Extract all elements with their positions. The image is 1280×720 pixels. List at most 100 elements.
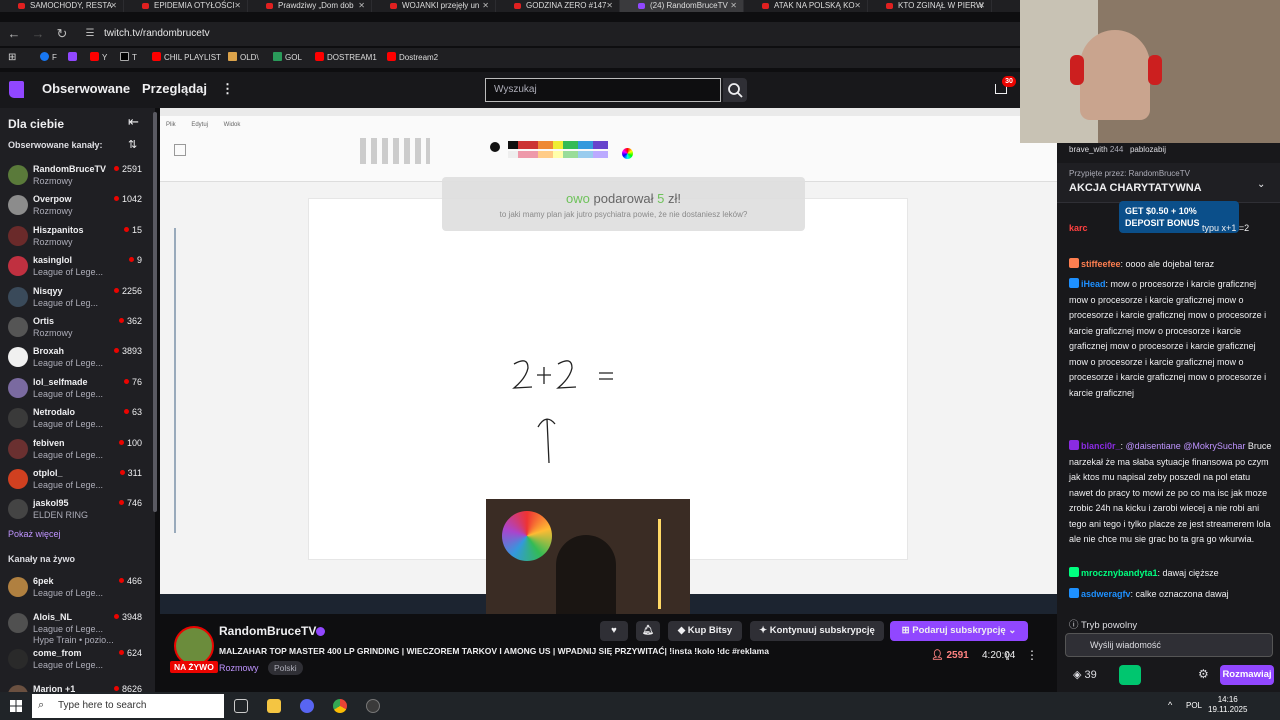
chat-send-button[interactable]: Rozmawiaj <box>1220 665 1274 685</box>
chrome-icon[interactable] <box>333 699 347 713</box>
tab-close-icon[interactable]: ✕ <box>978 0 985 12</box>
nav-following[interactable]: Obserwowane <box>42 81 130 96</box>
sidebar-channel[interactable]: kasinglol League of Lege... 9 <box>0 251 150 281</box>
pinned-message[interactable]: Przypięte przez: RandomBruceTV AKCJA CHA… <box>1057 163 1280 203</box>
channel-game: League of Lege... <box>33 419 104 430</box>
channel-game: League of Leg... <box>33 297 99 308</box>
sidebar-channel[interactable]: febiven League of Lege... 100 <box>0 434 150 464</box>
task-view-icon[interactable] <box>234 699 248 713</box>
chat-username[interactable]: asdweragfv <box>1081 589 1131 599</box>
tab-close-icon[interactable]: ✕ <box>234 0 241 12</box>
site-info-icon[interactable]: ☰ <box>82 22 98 46</box>
verified-icon <box>316 627 325 636</box>
sidebar-channel[interactable]: RandomBruceTV Rozmowy 2591 <box>0 160 150 190</box>
channel-game: League of Lege... <box>33 358 104 369</box>
tab-close-icon[interactable]: ✕ <box>358 0 365 12</box>
sidebar-channel[interactable]: Overpow Rozmowy 1042 <box>0 190 150 220</box>
tab-close-icon[interactable]: ✕ <box>606 0 613 12</box>
bookmark-t[interactable]: T <box>120 48 137 68</box>
browser-tab[interactable]: KTO ZGINĄŁ W PIERW ✕ <box>868 0 992 12</box>
file-explorer-icon[interactable] <box>267 699 281 713</box>
collapse-sidebar-icon[interactable]: ⇤ <box>128 114 139 130</box>
language-tag[interactable]: Polski <box>268 661 303 675</box>
obs-icon[interactable] <box>366 699 380 713</box>
sidebar-channel[interactable]: lol_selfmade League of Lege... 76 <box>0 373 150 403</box>
chat-username[interactable]: mrocznybandyta1 <box>1081 568 1158 578</box>
notifications-bell-button[interactable]: 🔔︎ <box>636 621 660 641</box>
chat-message: iHead: mow o procesorze i karcie graficz… <box>1069 278 1267 398</box>
sidebar-channel[interactable]: Nisqyy League of Leg... 2256 <box>0 282 150 312</box>
tab-close-icon[interactable]: ✕ <box>730 0 737 12</box>
nav-browse[interactable]: Przeglądaj <box>142 81 207 96</box>
chat-username[interactable]: iHead <box>1081 279 1106 289</box>
chat-username[interactable]: stiffeefee <box>1081 259 1121 269</box>
bookmark-y[interactable]: Y <box>90 48 107 68</box>
language-indicator[interactable]: POL <box>1186 701 1202 710</box>
search-input[interactable]: Wyszukaj <box>485 78 721 102</box>
pinned-expand-icon[interactable]: ⌄ <box>1257 179 1265 190</box>
tab-close-icon[interactable]: ✕ <box>110 0 117 12</box>
tab-close-icon[interactable]: ✕ <box>854 0 861 12</box>
show-more-link[interactable]: Pokaż więcej <box>8 529 61 539</box>
sidebar-channel[interactable]: jaskol95 ELDEN RING 746 <box>0 494 150 524</box>
reload-icon[interactable]: ↻ <box>54 22 70 46</box>
sidebar-channel[interactable]: Broxah League of Lege... 3893 <box>0 342 150 372</box>
chat-input[interactable]: Wyślij wiadomość <box>1065 633 1273 657</box>
bookmark-dostream1[interactable]: DOSTREAM1 <box>315 48 377 68</box>
channel-game: League of Lege... <box>33 624 104 634</box>
browser-tab[interactable]: ATAK NA POLSKĄ KO ✕ <box>744 0 868 12</box>
headphone-left <box>1070 55 1084 85</box>
taskbar-clock[interactable]: 14:16 19.11.2025 <box>1208 695 1247 715</box>
channel-viewers: 311 <box>120 468 142 478</box>
back-icon[interactable]: ← <box>6 22 22 46</box>
buy-bits-button[interactable]: ◆ Kup Bitsy <box>668 621 742 641</box>
share-icon[interactable]: ⇪ <box>1003 650 1012 663</box>
bookmark-twitch-icon[interactable] <box>68 48 80 68</box>
browser-tab[interactable]: EPIDEMIA OTYŁOŚCI ✕ <box>124 0 248 12</box>
twitch-logo-icon[interactable] <box>9 81 24 98</box>
more-menu-icon[interactable]: ⋮ <box>221 81 234 97</box>
channel-viewers: 2256 <box>114 286 142 296</box>
browser-tab[interactable]: (24) RandomBruceTV ✕ <box>620 0 744 12</box>
sidebar-channel[interactable]: Netrodalo League of Lege... 63 <box>0 403 150 433</box>
url-field[interactable]: twitch.tv/randombrucetv <box>104 22 210 46</box>
more-options-icon[interactable]: ⋮ <box>1026 648 1038 662</box>
search-button[interactable] <box>723 78 747 102</box>
bookmark-old[interactable]: OLD\ <box>228 48 259 68</box>
browser-tab[interactable]: GODZINA ZERO #147 ✕ <box>496 0 620 12</box>
apps-icon[interactable]: ⊞ <box>8 48 16 68</box>
tab-close-icon[interactable]: ✕ <box>482 0 489 12</box>
windows-start-icon[interactable] <box>10 700 22 712</box>
sidebar-channel[interactable]: Alois_NL League of Lege... 3948 Hype Train … <box>0 608 150 645</box>
taskbar-search-input[interactable]: Type here to search <box>32 694 224 718</box>
chat-username[interactable]: blanci0r_ <box>1081 441 1121 451</box>
bookmark-f[interactable]: F <box>40 48 57 68</box>
channel-avatar <box>8 286 28 307</box>
channel-points[interactable]: ◈ 39 <box>1073 668 1097 681</box>
stream-category[interactable]: Rozmowy <box>219 663 259 673</box>
forward-icon[interactable]: → <box>30 22 46 46</box>
claim-points-icon[interactable] <box>1119 665 1141 685</box>
sort-icon[interactable]: ⇅ <box>128 138 137 151</box>
channel-name[interactable]: RandomBruceTV <box>219 624 316 638</box>
sidebar-channel[interactable]: Marion +1 8626 <box>0 680 150 692</box>
sidebar-channel[interactable]: Hiszpanitos Rozmowy 15 <box>0 221 150 251</box>
chat-settings-icon[interactable]: ⚙ <box>1198 667 1209 681</box>
sidebar-channel[interactable]: otplol_ League of Lege... 311 <box>0 464 150 494</box>
sidebar-channel[interactable]: Ortis Rozmowy 362 <box>0 312 150 342</box>
gift-sub-button[interactable]: ⊞ Podaruj subskrypcję ⌄ <box>890 621 1028 641</box>
resubscribe-button[interactable]: ✦ Kontynuuj subskrypcję <box>750 621 884 641</box>
bookmark-chil-playlist[interactable]: CHIL PLAYLIST <box>152 48 221 68</box>
sidebar-scrollbar[interactable] <box>153 112 157 512</box>
browser-tab[interactable]: SAMOCHODY, RESTA ✕ <box>0 0 124 12</box>
tray-chevron-icon[interactable]: ^ <box>1168 700 1172 710</box>
sidebar-channel[interactable]: 6pek League of Lege... 466 <box>0 572 150 602</box>
channel-avatar[interactable] <box>174 626 214 666</box>
sidebar-channel[interactable]: come_from League of Lege... 624 <box>0 644 150 674</box>
bookmark-dostream2[interactable]: Dostream2 <box>387 48 438 68</box>
discord-icon[interactable] <box>300 699 314 713</box>
bookmark-gol[interactable]: GOL <box>273 48 302 68</box>
browser-tab[interactable]: WOJANKI przejęły un ✕ <box>372 0 496 12</box>
follow-heart-button[interactable]: ♥ <box>600 621 628 641</box>
browser-tab[interactable]: Prawdziwy „Dom dob ✕ <box>248 0 372 12</box>
